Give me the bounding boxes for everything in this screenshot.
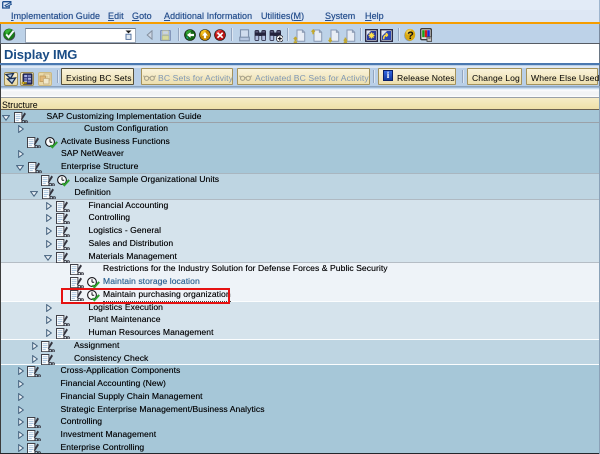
svg-text:?: ? xyxy=(407,30,414,42)
